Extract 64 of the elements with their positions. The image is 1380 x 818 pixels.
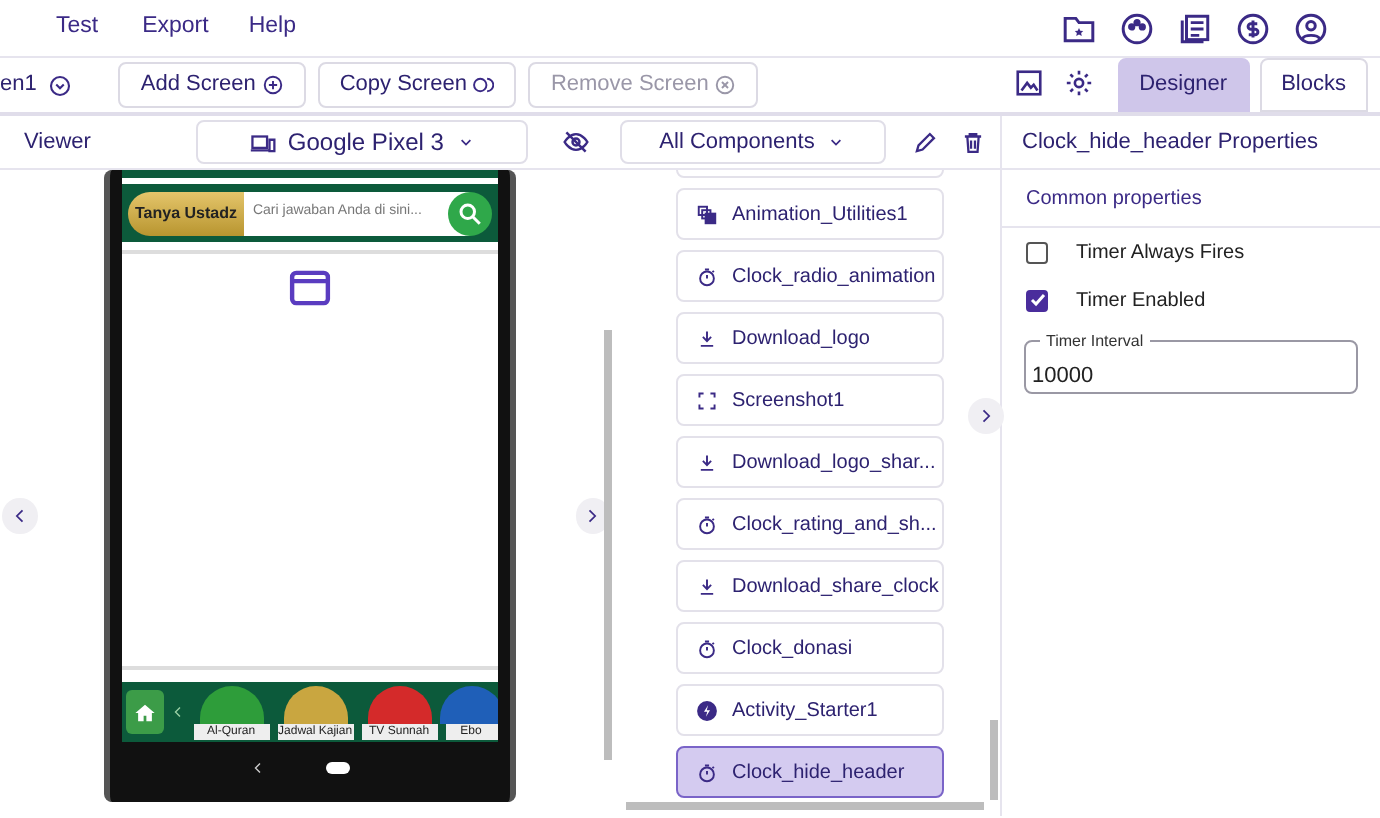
checkbox-label: Timer Enabled (1076, 287, 1206, 315)
checkbox[interactable] (1026, 289, 1048, 311)
view-tab[interactable]: Blocks (1259, 58, 1368, 112)
add-icon (261, 74, 284, 96)
menu-item[interactable]: Export (142, 10, 209, 46)
component-item[interactable]: Download_logo_shar... (676, 436, 944, 488)
stopwatch-icon (696, 265, 718, 287)
dollar-icon[interactable] (1236, 11, 1270, 45)
component-item[interactable]: Clock_radio_animation (676, 250, 944, 302)
stopwatch-icon (696, 761, 718, 783)
scroll-left-button[interactable] (2, 498, 37, 534)
panel-title: Viewer (24, 127, 91, 158)
download-icon (696, 327, 718, 349)
component-item[interactable]: Activity_Starter1 (676, 684, 944, 736)
stopwatch-icon (696, 637, 718, 659)
component-item[interactable]: Animation_Utilities1 (676, 188, 944, 240)
hide-icon[interactable] (562, 128, 591, 156)
section-title: Common properties (1026, 188, 1202, 210)
delete-icon[interactable] (960, 129, 986, 155)
screenshot-icon (696, 389, 718, 411)
component-item[interactable]: Screenshot1 (676, 374, 944, 426)
window-icon (287, 266, 331, 310)
download-icon (696, 575, 718, 597)
folder-icon[interactable] (1062, 11, 1096, 45)
image-icon[interactable] (1013, 68, 1044, 98)
expand-button[interactable] (968, 398, 1004, 434)
checkbox[interactable] (1026, 241, 1048, 263)
document-icon[interactable] (1178, 11, 1212, 45)
shortcut-icon[interactable] (283, 685, 348, 723)
settings-icon[interactable] (1063, 68, 1094, 98)
field-label: Timer Interval (1040, 329, 1150, 353)
menu-item[interactable]: Help (248, 10, 296, 46)
component-item[interactable]: Clock_donasi (676, 622, 944, 674)
back-icon[interactable] (249, 760, 265, 776)
chevron-left-icon (169, 704, 186, 720)
stopwatch-icon (696, 513, 718, 535)
device-dropdown[interactable]: Google Pixel 3 (196, 120, 529, 164)
ask-button[interactable]: Tanya Ustadz (127, 191, 245, 235)
screen-dropdown[interactable]: en1 (0, 68, 37, 102)
home-icon[interactable] (133, 701, 156, 723)
menu-item[interactable]: Test (56, 10, 99, 46)
checkbox-label: Timer Always Fires (1076, 239, 1245, 267)
toolbar-button[interactable]: Add Screen (118, 62, 306, 108)
component-item[interactable]: Clock_rating_and_sh... (676, 498, 944, 550)
component-filter[interactable]: All Components (620, 120, 886, 164)
download-icon (696, 451, 718, 473)
panel-title: Clock_hide_header Properties (1022, 127, 1318, 158)
home-pill[interactable] (325, 762, 349, 774)
remove-icon (714, 74, 737, 96)
home-button[interactable] (125, 690, 164, 734)
device-icon (249, 129, 276, 155)
palette-icon[interactable] (1120, 11, 1154, 45)
lightning-icon (696, 699, 718, 721)
component-item[interactable]: Download_logo (676, 312, 944, 364)
dropdown-icon[interactable] (48, 73, 73, 97)
copy-icon (472, 74, 495, 96)
layers-icon (696, 203, 718, 225)
field-value: 10000 (1032, 363, 1094, 387)
component-item[interactable]: Download_share_clock (676, 560, 944, 612)
account-icon[interactable] (1294, 11, 1328, 45)
toolbar-button[interactable]: Copy Screen (317, 62, 517, 108)
view-tab[interactable]: Designer (1117, 58, 1250, 112)
edit-icon[interactable] (912, 129, 938, 155)
component-item[interactable]: Clock_hide_header (676, 746, 944, 798)
